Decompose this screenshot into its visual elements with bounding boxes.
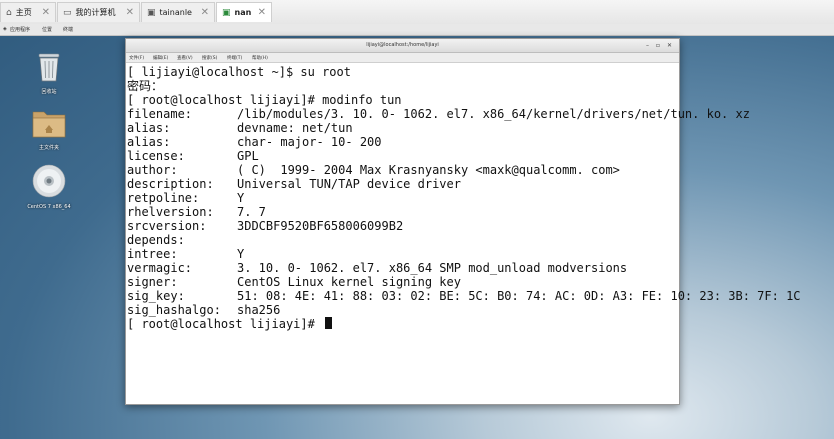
modinfo-value: /lib/modules/3. 10. 0- 1062. el7. x86_64… [237,107,750,121]
modinfo-row: retpoline: Y [127,191,244,205]
modinfo-row: sig_hashalgo: sha256 [127,303,280,317]
modinfo-row: sig_key: 51: 08: 4E: 41: 88: 03: 02: BE: … [127,289,801,303]
tab-home[interactable]: ⌂ 主页 ✕ [0,2,56,22]
modinfo-row: author: ( C) 1999- 2004 Max Krasnyansky <… [127,163,620,177]
trash-icon [38,53,60,82]
modinfo-row: srcversion: 3DDCBF9520BF658006099B2 [127,219,403,233]
window-title: lijiayi@localhost:/home/lijiayi [366,42,439,48]
terminal-menubar: 文件(F) 编辑(E) 查看(V) 搜索(S) 终端(T) 帮助(H) [126,53,679,63]
modinfo-key: alias: [127,135,171,149]
modinfo-row: intree: Y [127,247,244,261]
terminal-menu[interactable]: 终端 [63,26,73,33]
modinfo-row: alias: char- major- 10- 200 [127,135,382,149]
menu-file[interactable]: 文件(F) [129,55,144,61]
modinfo-key: sig_key: [127,289,185,303]
modinfo-row: rhelversion: 7. 7 [127,205,266,219]
computer-icon: ▭ [63,7,72,18]
text-cursor [325,317,333,329]
window-titlebar[interactable]: lijiayi@localhost:/home/lijiayi – ▫ ✕ [126,39,679,53]
terminal-window: lijiayi@localhost:/home/lijiayi – ▫ ✕ 文件… [125,38,801,405]
tab-nan[interactable]: ▣ nan ✕ [216,2,272,22]
tab-label: 我的计算机 [75,8,116,17]
minimize-icon[interactable]: – [646,39,649,52]
tab-my-computer[interactable]: ▭ 我的计算机 ✕ [57,2,140,22]
menu-view[interactable]: 查看(V) [177,55,193,61]
tab-label: 主页 [15,8,32,17]
close-icon[interactable]: ✕ [667,39,672,52]
vm-icon: ▣ [147,7,156,18]
modinfo-key: description: [127,177,214,191]
desktop-trash[interactable]: 回收站 [19,52,79,95]
modinfo-value: ( C) 1999- 2004 Max Krasnyansky <maxk@qu… [237,163,620,177]
desktop-cdrom[interactable]: CentOS 7 x86_64 [19,164,79,210]
modinfo-value: Universal TUN/TAP device driver [237,177,461,191]
modinfo-key: vermagic: [127,261,193,275]
modinfo-value: devname: net/tun [237,121,353,135]
close-icon[interactable]: ✕ [42,7,50,18]
tab-label: tainanle [159,8,192,17]
modinfo-key: alias: [127,121,171,135]
modinfo-row: signer: CentOS Linux kernel signing key [127,275,461,289]
menu-edit[interactable]: 编辑(E) [153,55,168,61]
folder-icon [32,111,66,138]
modinfo-row: alias: devname: net/tun [127,121,353,135]
tab-label: nan [234,8,252,17]
modinfo-value: 3DDCBF9520BF658006099B2 [237,219,404,233]
modinfo-value: 51: 08: 4E: 41: 88: 03: 02: BE: 5C: B0: … [237,289,801,303]
terminal-line: [ root@localhost lijiayi]# modinfo tun [127,93,402,107]
terminal-line: [ lijiayi@localhost ~]$ su root [127,65,351,79]
home-icon: ⌂ [6,7,12,18]
close-icon[interactable]: ✕ [258,7,266,18]
modinfo-value: Y [237,247,245,261]
modinfo-key: intree: [127,247,178,261]
terminal-output[interactable]: [ lijiayi@localhost ~]$ su root 密码： [ ro… [126,63,801,404]
modinfo-key: filename: [127,107,193,121]
modinfo-value: Y [237,191,245,205]
modinfo-key: depends: [127,233,185,247]
modinfo-value: 7. 7 [237,205,266,219]
modinfo-key: license: [127,149,185,163]
modinfo-row: vermagic: 3. 10. 0- 1062. el7. x86_64 SMP… [127,261,627,275]
modinfo-value: char- major- 10- 200 [237,135,382,149]
close-icon[interactable]: ✕ [126,7,134,18]
applications-menu[interactable]: 应用程序 [10,26,30,33]
menu-search[interactable]: 搜索(S) [202,55,217,61]
menu-help[interactable]: 帮助(H) [252,55,268,61]
modinfo-value: CentOS Linux kernel signing key [237,275,461,289]
modinfo-key: author: [127,163,178,177]
gnome-menubar: ◈ 应用程序 位置 终端 [0,24,834,36]
places-menu[interactable]: 位置 [42,26,52,33]
modinfo-key: retpoline: [127,191,200,205]
close-icon[interactable]: ✕ [201,7,209,18]
modinfo-row: license: GPL [127,149,259,163]
disc-icon [32,164,66,198]
menu-terminal[interactable]: 终端(T) [227,55,242,61]
modinfo-row: description: Universal TUN/TAP device dri… [127,177,461,191]
prompt-text: [ root@localhost lijiayi]# [127,317,323,331]
desktop-icon-label: 主文件夹 [38,145,59,151]
maximize-icon[interactable]: ▫ [656,39,660,52]
desktop-icon-label: 回收站 [41,89,57,95]
modinfo-key: rhelversion: [127,205,214,219]
vm-tab-bar: ⌂ 主页 ✕ ▭ 我的计算机 ✕ ▣ tainanle ✕ ▣ nan ✕ [0,0,834,25]
modinfo-value: GPL [237,149,259,163]
modinfo-key: sig_hashalgo: [127,303,221,317]
modinfo-key: signer: [127,275,178,289]
modinfo-value: sha256 [237,303,281,317]
modinfo-value: 3. 10. 0- 1062. el7. x86_64 SMP mod_unlo… [237,261,628,275]
desktop-home-folder[interactable]: 主文件夹 [19,108,79,151]
modinfo-row: filename: /lib/modules/3. 10. 0- 1062. el… [127,107,750,121]
terminal-prompt-line: [ root@localhost lijiayi]# [127,317,333,331]
tab-tainanle[interactable]: ▣ tainanle ✕ [141,2,215,22]
vm-icon: ▣ [222,7,231,18]
apps-icon: ◈ [3,26,7,32]
desktop-icon-label: CentOS 7 x86_64 [27,204,71,210]
modinfo-key: srcversion: [127,219,207,233]
modinfo-row: depends: [127,233,185,247]
terminal-line: 密码： [127,79,164,93]
